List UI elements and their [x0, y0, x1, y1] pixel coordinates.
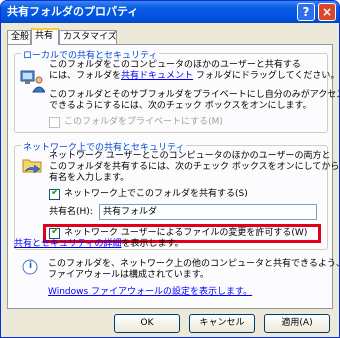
allow-change-checkbox[interactable]: ✔ — [49, 226, 60, 239]
share-on-network-checkbox[interactable]: ✔ — [49, 187, 60, 200]
local-desc-line2: には、フォルダを共有ドキュメント フォルダにドラッグしてください。 — [49, 71, 339, 82]
sharing-details-link[interactable]: 共有とセキュリティの詳細 — [14, 239, 121, 249]
network-desc-line1: ネットワーク ユーザーとこのコンピュータのほかのユーザーの両方と — [49, 151, 331, 161]
network-desc-line3: 有名を入力します。 — [49, 173, 130, 183]
info-glyph: i — [29, 261, 33, 271]
local-sharing-group: ローカルでの共有とセキュリティ このフォルダをこのコンピュータのほかのユーザーと… — [14, 48, 339, 133]
local-desc-line2-suffix: フォルダにドラッグしてください。 — [193, 71, 340, 81]
shared-documents-link[interactable]: 共有ドキュメント — [121, 71, 193, 81]
private-checkbox-label: このフォルダをプライベートにする(M) — [64, 117, 223, 127]
help-button[interactable]: ? — [297, 3, 315, 21]
sharing-panel: ローカルでの共有とセキュリティ このフォルダをこのコンピュータのほかのユーザーと… — [7, 44, 339, 309]
apply-button[interactable]: 適用(A) — [264, 314, 330, 333]
info-line2: ファイアウォールは構成されています。 — [48, 270, 209, 280]
info-line1: このフォルダを、ネットワーク上の他のコンピュータと共有できるよう、Windows — [48, 259, 339, 269]
share-name-input[interactable]: 共有フォルダ — [99, 204, 317, 220]
properties-dialog: 共有フォルダのプロパティ ? × 全般 共有 カスタマイズ ローカルでの共有とセ… — [0, 0, 340, 338]
tab-customize[interactable]: カスタマイズ — [59, 30, 117, 44]
tab-general[interactable]: 全般 — [7, 30, 31, 44]
local-desc-line1: このフォルダをこのコンピュータのほかのユーザーと共有する — [49, 60, 301, 70]
title-bar[interactable]: 共有フォルダのプロパティ ? × — [1, 1, 339, 23]
details-line: 共有とセキュリティの詳細を表示します。 — [14, 239, 184, 250]
window-title: 共有フォルダのプロパティ — [7, 5, 139, 18]
details-suffix: を表示します。 — [121, 239, 184, 249]
private-desc-line2: できるようにするには、次のチェック ボックスをオンにします。 — [49, 101, 312, 111]
cancel-button[interactable]: キャンセル — [189, 314, 255, 333]
ok-button[interactable]: OK — [114, 314, 180, 333]
firewall-settings-link[interactable]: Windows ファイアウォールの設定を表示します。 — [48, 287, 252, 298]
close-button[interactable]: × — [318, 3, 336, 21]
network-users-icon — [20, 70, 45, 93]
share-on-network-label: ネットワーク上でこのフォルダを共有する(S) — [64, 189, 248, 199]
network-sharing-group: ネットワーク上での共有とセキュリティ ネットワーク ユーザーとこのコンピュータの… — [14, 140, 339, 250]
local-desc-line2-prefix: には、フォルダを — [49, 71, 122, 81]
shared-folder-icon — [22, 159, 42, 174]
network-desc-line2: このフォルダを共有するには、次のチェック ボックスをオンにしてから共 — [49, 162, 340, 172]
private-checkbox[interactable] — [49, 117, 60, 128]
allow-change-check-mark: ✔ — [51, 226, 60, 237]
allow-change-label: ネットワーク ユーザーによるファイルの変更を許可する(W) — [64, 228, 308, 238]
share-check-mark: ✔ — [51, 187, 60, 198]
tab-sharing[interactable]: 共有 — [31, 28, 59, 45]
share-name-label: 共有名(H): — [49, 207, 93, 217]
private-desc-line1: このフォルダとそのサブフォルダをプライベートにし自分のみがアクセス — [49, 90, 340, 100]
